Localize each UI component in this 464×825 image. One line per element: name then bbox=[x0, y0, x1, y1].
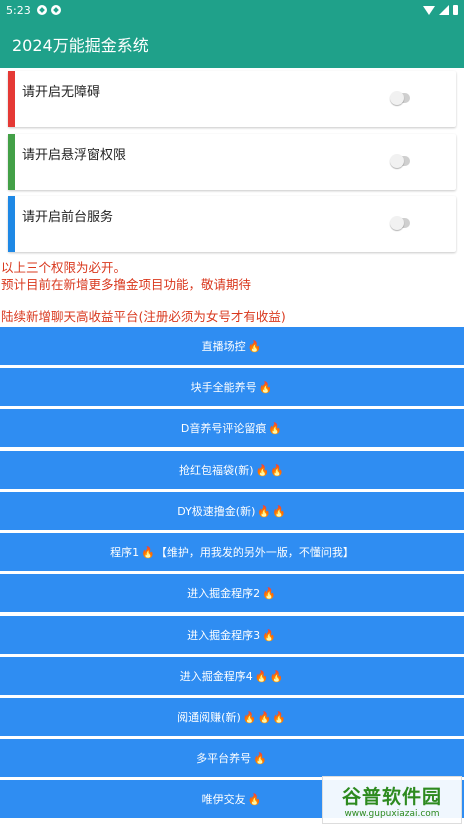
fire-icon: 🔥🔥 bbox=[257, 504, 287, 518]
fire-icon: 🔥 bbox=[247, 339, 263, 353]
battery-icon bbox=[453, 5, 458, 15]
permission-label: 请开启前台服务 bbox=[22, 210, 114, 225]
menu-button-douyin-comment[interactable]: D音养号评论留痕 🔥 bbox=[0, 409, 464, 447]
permission-label: 请开启无障碍 bbox=[22, 85, 101, 100]
permission-color-bar bbox=[8, 196, 15, 252]
menu-button-kuaishou-nurture[interactable]: 块手全能养号 🔥 bbox=[0, 368, 464, 406]
menu-button-red-packet[interactable]: 抢红包福袋(新) 🔥🔥 bbox=[0, 451, 464, 489]
menu-label: 进入掘金程序4 bbox=[179, 670, 253, 683]
permission-card-overlay[interactable]: 请开启悬浮窗权限 bbox=[8, 134, 456, 190]
fire-icon: 🔥 bbox=[262, 586, 277, 600]
wifi-icon bbox=[423, 5, 435, 15]
menu-label: 直播场控 bbox=[201, 340, 246, 353]
fire-icon: 🔥 bbox=[247, 792, 263, 806]
menu-button-program-1[interactable]: 程序1 🔥 【维护，用我发的另外一版，不懂问我】 bbox=[0, 533, 464, 571]
accessibility-switch[interactable] bbox=[390, 91, 410, 105]
status-indicators bbox=[423, 5, 458, 15]
fire-icon: 🔥 bbox=[268, 421, 284, 435]
foreground-service-switch[interactable] bbox=[390, 216, 410, 230]
notification-icon bbox=[36, 5, 47, 15]
menu-label: 多平台养号 bbox=[196, 752, 252, 765]
notice-chat-platform: 陆续新增聊天高收益平台(注册必须为女号才有收益) bbox=[1, 309, 286, 324]
watermark-brand: 谷普软件园 bbox=[341, 785, 442, 808]
menu-label: 唯伊交友 bbox=[201, 793, 246, 806]
permission-card-foreground-service[interactable]: 请开启前台服务 bbox=[8, 196, 456, 252]
overlay-switch[interactable] bbox=[390, 154, 410, 168]
menu-label: 阅通阅赚(新) bbox=[177, 711, 241, 724]
fire-icon: 🔥 bbox=[258, 380, 274, 394]
permission-label: 请开启悬浮窗权限 bbox=[22, 148, 127, 163]
menu-label: 进入掘金程序2 bbox=[187, 587, 261, 600]
site-watermark: 谷普软件园 www.gupuxiazai.com bbox=[322, 776, 462, 824]
menu-button-live-control[interactable]: 直播场控 🔥 bbox=[0, 327, 464, 365]
fire-icon: 🔥🔥🔥 bbox=[242, 710, 287, 724]
watermark-url: www.gupuxiazai.com bbox=[344, 808, 440, 819]
menu-label: DY极速撸金(新) bbox=[177, 505, 256, 518]
permission-card-accessibility[interactable]: 请开启无障碍 bbox=[8, 71, 456, 127]
fire-icon: 🔥 bbox=[253, 751, 268, 765]
fire-icon: 🔥🔥 bbox=[254, 669, 285, 683]
fire-icon: 🔥 bbox=[141, 545, 156, 559]
status-bar: 5:23 bbox=[0, 0, 464, 20]
fire-icon: 🔥🔥 bbox=[255, 463, 285, 477]
menu-suffix: 【维护，用我发的另外一版，不懂问我】 bbox=[155, 546, 354, 559]
menu-label: 进入掘金程序3 bbox=[187, 629, 261, 642]
permission-color-bar bbox=[8, 71, 15, 127]
telegram-icon bbox=[50, 5, 61, 15]
menu-label: 抢红包福袋(新) bbox=[179, 464, 254, 477]
menu-button-program-3[interactable]: 进入掘金程序3 🔥 bbox=[0, 616, 464, 654]
menu-button-program-4[interactable]: 进入掘金程序4 🔥🔥 bbox=[0, 657, 464, 695]
fire-icon: 🔥 bbox=[262, 628, 277, 642]
menu-label: 程序1 bbox=[110, 546, 140, 559]
menu-button-read-earn[interactable]: 阅通阅赚(新) 🔥🔥🔥 bbox=[0, 698, 464, 736]
app-title: 2024万能掘金系统 bbox=[12, 36, 149, 55]
menu-button-dy-speed[interactable]: DY极速撸金(新) 🔥🔥 bbox=[0, 492, 464, 530]
menu-button-multi-platform[interactable]: 多平台养号 🔥 bbox=[0, 739, 464, 777]
notice-upcoming: 预计目前在新增更多撸金项目功能，敬请期待 bbox=[1, 277, 252, 292]
permission-color-bar bbox=[8, 134, 15, 190]
menu-button-program-2[interactable]: 进入掘金程序2 🔥 bbox=[0, 574, 464, 612]
app-bar: 2024万能掘金系统 bbox=[0, 20, 464, 68]
status-time: 5:23 bbox=[6, 3, 31, 17]
signal-icon bbox=[439, 5, 449, 15]
menu-label: 块手全能养号 bbox=[190, 381, 257, 394]
menu-label: D音养号评论留痕 bbox=[180, 422, 267, 435]
